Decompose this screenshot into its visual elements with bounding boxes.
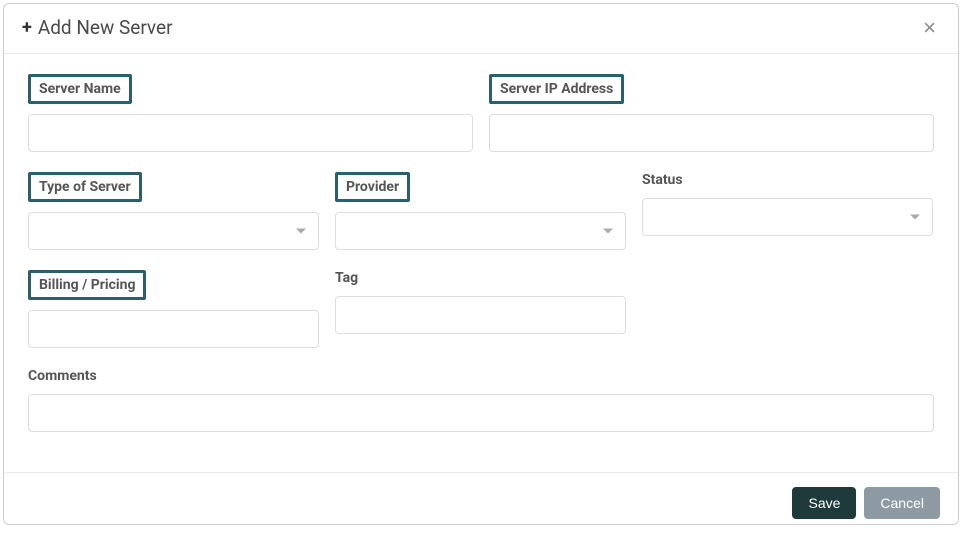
cancel-button[interactable]: Cancel bbox=[864, 487, 940, 519]
modal-title: + Add New Server bbox=[22, 16, 173, 39]
form-row-4: Comments bbox=[28, 368, 934, 432]
server-name-input[interactable] bbox=[28, 114, 473, 152]
modal-footer: Save Cancel bbox=[4, 472, 958, 533]
form-group-server-name: Server Name bbox=[28, 74, 473, 152]
chevron-down-icon bbox=[910, 215, 920, 220]
form-group-type: Type of Server bbox=[28, 172, 319, 250]
server-ip-input[interactable] bbox=[489, 114, 934, 152]
label-tag: Tag bbox=[335, 270, 358, 286]
form-group-comments: Comments bbox=[28, 368, 934, 432]
label-type-of-server: Type of Server bbox=[28, 172, 142, 202]
label-comments: Comments bbox=[28, 368, 97, 384]
close-icon: × bbox=[923, 15, 936, 40]
modal-title-text: Add New Server bbox=[38, 16, 173, 39]
form-group-billing: Billing / Pricing bbox=[28, 270, 319, 348]
label-provider: Provider bbox=[335, 172, 410, 202]
form-group-tag: Tag bbox=[335, 270, 626, 348]
label-server-ip: Server IP Address bbox=[489, 74, 624, 104]
label-billing: Billing / Pricing bbox=[28, 270, 146, 300]
modal-header: + Add New Server × bbox=[4, 4, 958, 54]
form-row-1: Server Name Server IP Address bbox=[28, 74, 934, 152]
comments-input[interactable] bbox=[28, 394, 934, 432]
label-server-name: Server Name bbox=[28, 74, 132, 104]
form-group-server-ip: Server IP Address bbox=[489, 74, 934, 152]
close-button[interactable]: × bbox=[919, 17, 940, 39]
chevron-down-icon bbox=[296, 229, 306, 234]
status-select[interactable] bbox=[642, 198, 933, 236]
billing-input[interactable] bbox=[28, 310, 319, 348]
plus-icon: + bbox=[22, 17, 32, 38]
chevron-down-icon bbox=[603, 229, 613, 234]
form-row-3: Billing / Pricing Tag bbox=[28, 270, 934, 348]
label-status: Status bbox=[642, 172, 683, 188]
form-group-empty bbox=[642, 270, 933, 348]
save-button[interactable]: Save bbox=[792, 487, 856, 519]
tag-input[interactable] bbox=[335, 296, 626, 334]
add-server-modal: + Add New Server × Server Name Server IP… bbox=[3, 3, 959, 525]
form-row-2: Type of Server Provider Status bbox=[28, 172, 934, 250]
provider-select[interactable] bbox=[335, 212, 626, 250]
form-group-provider: Provider bbox=[335, 172, 626, 250]
type-of-server-select[interactable] bbox=[28, 212, 319, 250]
modal-body: Server Name Server IP Address Type of Se… bbox=[4, 54, 958, 472]
form-group-status: Status bbox=[642, 172, 933, 250]
